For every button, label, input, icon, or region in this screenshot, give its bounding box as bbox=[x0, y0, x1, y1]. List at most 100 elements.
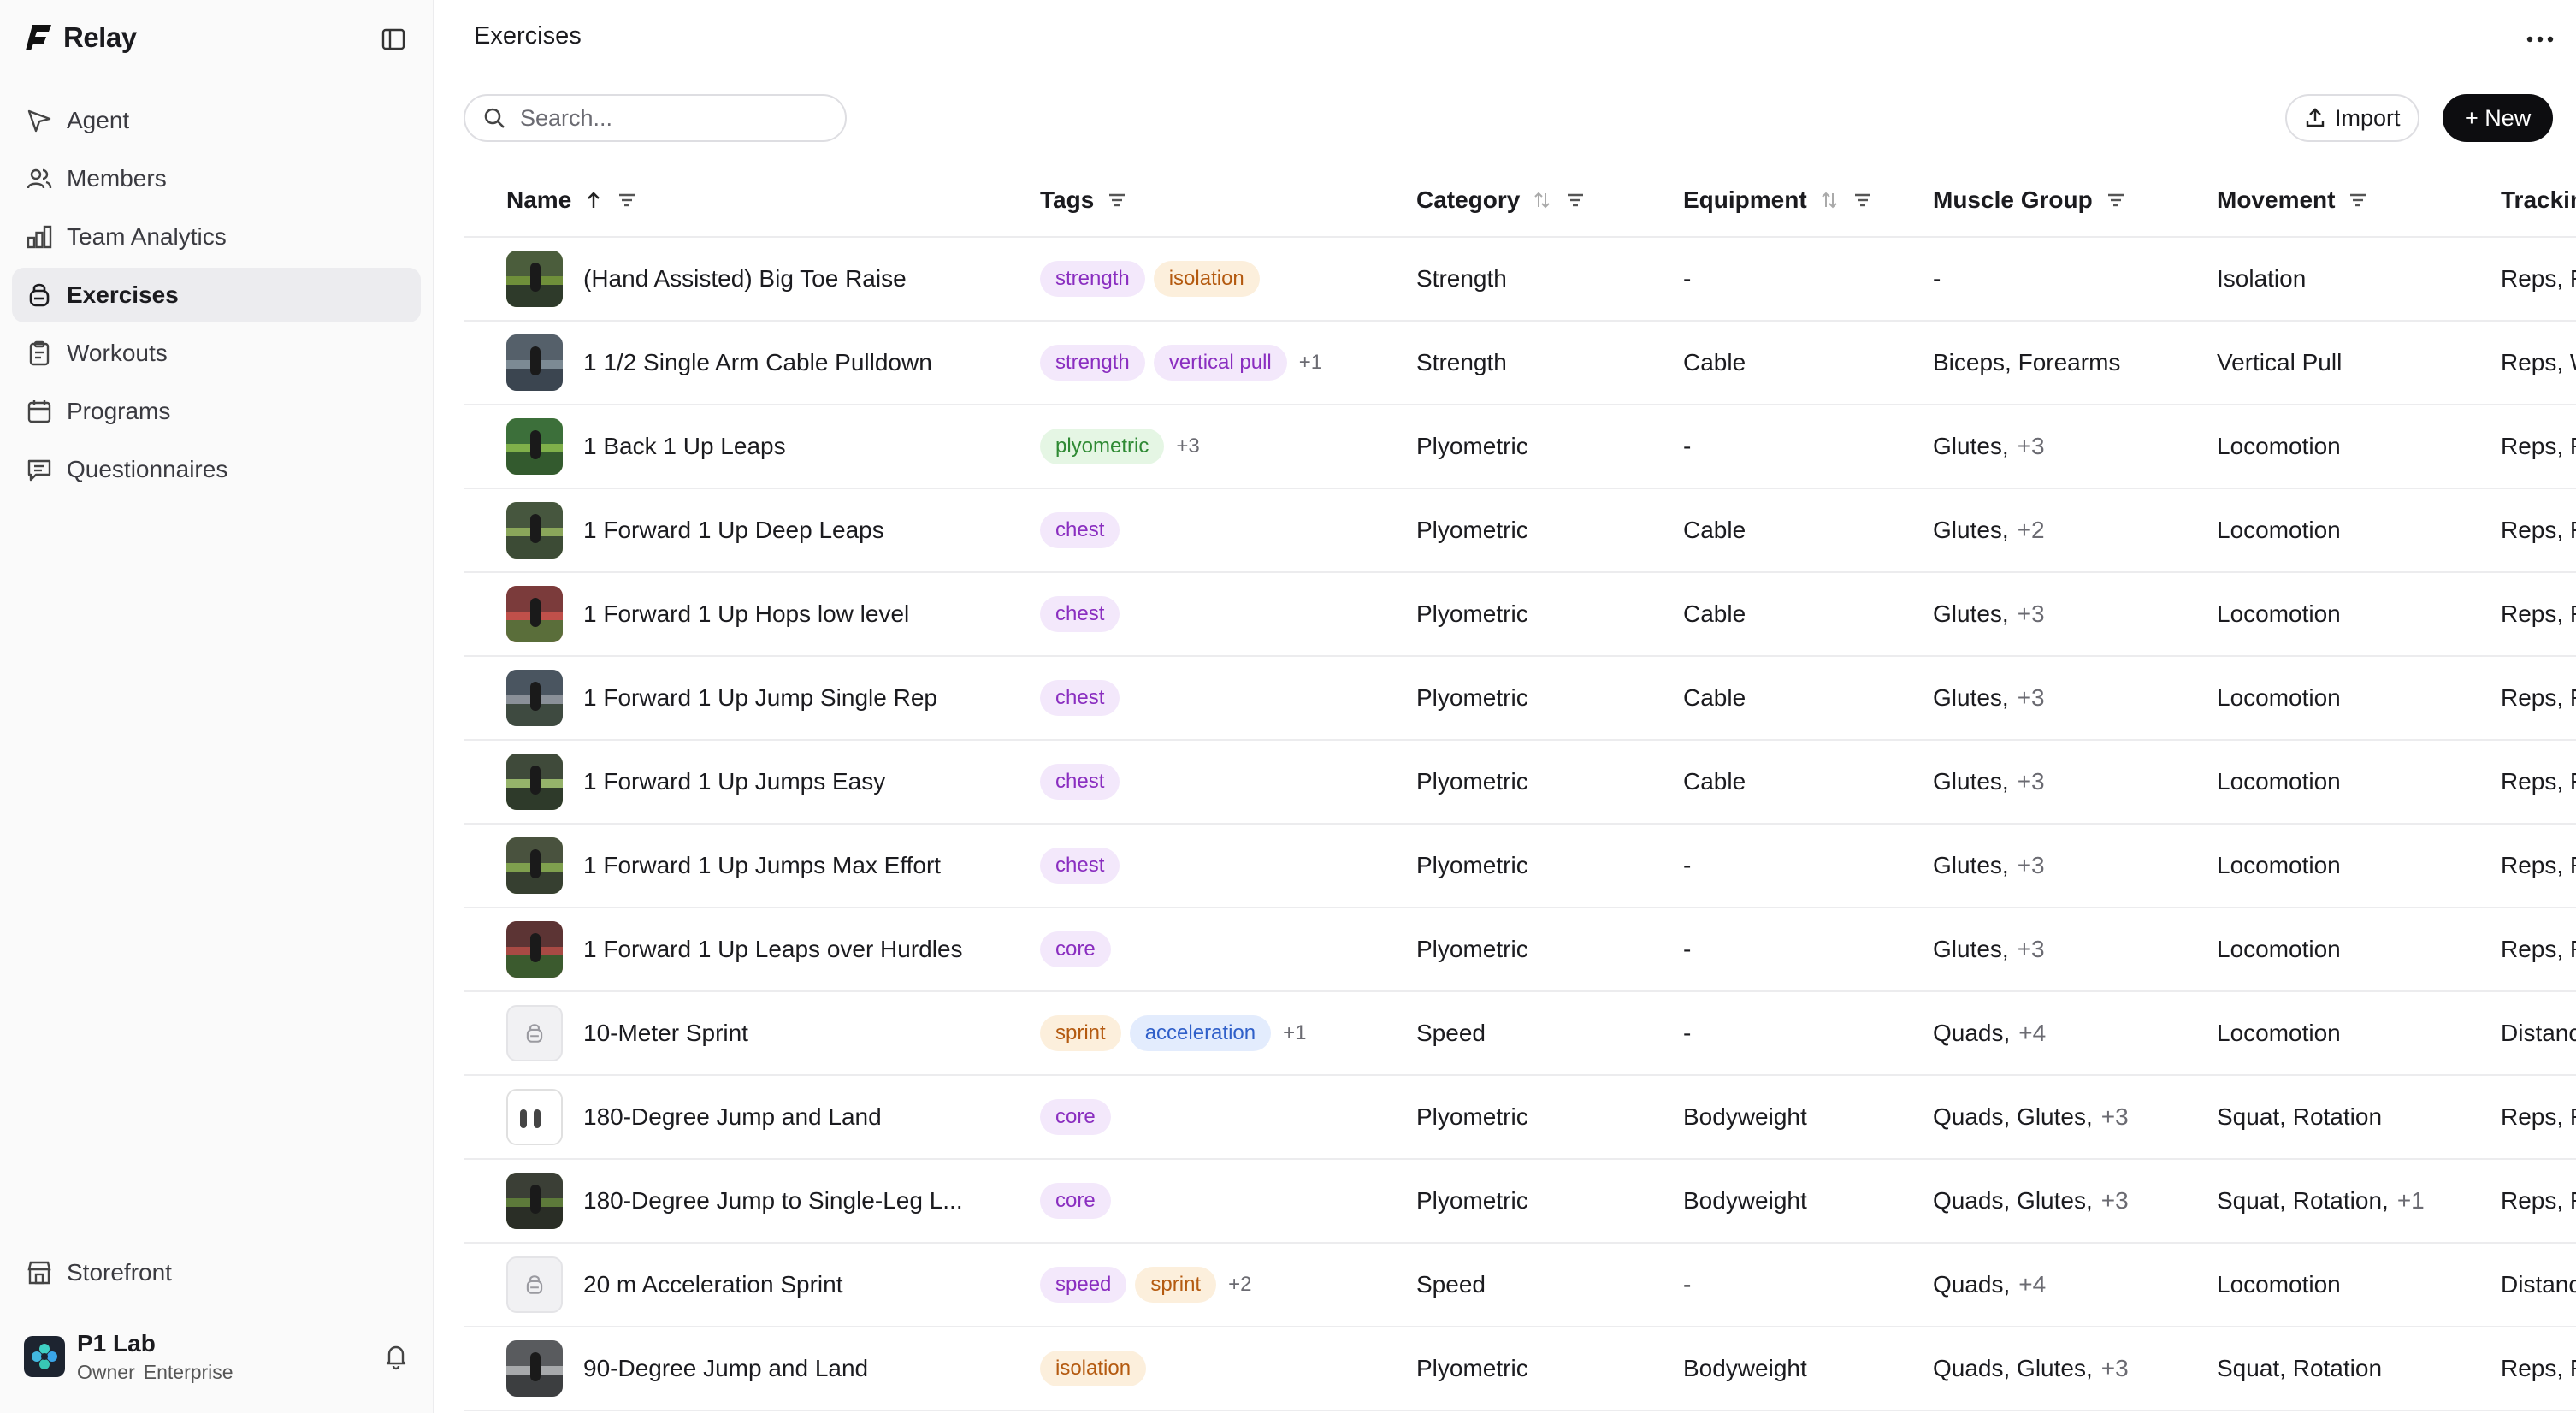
filter-icon[interactable] bbox=[2347, 189, 2369, 211]
sidebar-item-agent[interactable]: Agent bbox=[12, 93, 421, 148]
filter-icon[interactable] bbox=[616, 189, 638, 211]
column-header-tracking-f[interactable]: Tracking F bbox=[2501, 163, 2576, 238]
muscle-overflow-count: +3 bbox=[2017, 852, 2045, 878]
sidebar-item-programs[interactable]: Programs bbox=[12, 384, 421, 439]
sort-both-icon[interactable] bbox=[1532, 189, 1552, 211]
tag-badge: chest bbox=[1040, 764, 1120, 800]
column-header-category[interactable]: Category bbox=[1416, 163, 1586, 238]
sidebar-item-workouts[interactable]: Workouts bbox=[12, 326, 421, 381]
table-row[interactable]: 1 Forward 1 Up Jump Single Rep chest Plyom… bbox=[464, 657, 2576, 741]
cell-muscle-group: Glutes, +3 bbox=[1933, 908, 2198, 990]
table-row[interactable]: 1 Back 1 Up Leaps plyometric +3 Plyometric -… bbox=[464, 405, 2576, 489]
exercise-thumbnail bbox=[506, 586, 563, 642]
table-row[interactable]: 1 1/2 Single Arm Cable Pulldown strength v… bbox=[464, 322, 2576, 405]
column-header-tags[interactable]: Tags bbox=[1040, 163, 1128, 238]
cell-movement: Locomotion bbox=[2217, 489, 2482, 571]
exercise-name[interactable]: 1 1/2 Single Arm Cable Pulldown bbox=[583, 349, 932, 376]
cell-name: 1 Forward 1 Up Jumps Max Effort bbox=[506, 825, 1019, 907]
cell-muscle-group: Quads, Glutes, +3 bbox=[1933, 1327, 2198, 1410]
muscle-overflow-count: +3 bbox=[2100, 1103, 2129, 1130]
column-header-equipment[interactable]: Equipment bbox=[1683, 163, 1874, 238]
exercise-name[interactable]: (Hand Assisted) Big Toe Raise bbox=[583, 265, 907, 293]
cell-tracking: Reps, RPE bbox=[2501, 908, 2576, 990]
cell-tags: chest bbox=[1040, 489, 1399, 571]
muscle-overflow-count: +3 bbox=[2100, 1187, 2129, 1214]
exercise-name[interactable]: 1 Back 1 Up Leaps bbox=[583, 433, 786, 460]
cell-equipment-value: Cable bbox=[1683, 517, 1746, 543]
exercise-name[interactable]: 20 m Acceleration Sprint bbox=[583, 1271, 843, 1298]
sort-both-icon[interactable] bbox=[1819, 189, 1840, 211]
new-exercise-button[interactable]: + New bbox=[2443, 94, 2554, 142]
table-row[interactable]: (Hand Assisted) Big Toe Raise strength iso… bbox=[464, 238, 2576, 322]
account-role-label: Owner bbox=[77, 1360, 135, 1383]
filter-icon[interactable] bbox=[1106, 189, 1128, 211]
sort-ascending-icon[interactable] bbox=[583, 189, 604, 211]
cell-category-value: Speed bbox=[1416, 1020, 1486, 1046]
exercise-name[interactable]: 1 Forward 1 Up Jump Single Rep bbox=[583, 684, 937, 712]
collapse-sidebar-button[interactable] bbox=[380, 26, 407, 53]
cell-category: Speed bbox=[1416, 1244, 1673, 1326]
exercise-name[interactable]: 1 Forward 1 Up Leaps over Hurdles bbox=[583, 936, 963, 963]
tags-overflow-count: +3 bbox=[1176, 435, 1200, 458]
filter-icon[interactable] bbox=[1564, 189, 1586, 211]
table-row[interactable]: 1 Forward 1 Up Deep Leaps chest Plyometric… bbox=[464, 489, 2576, 573]
cell-equipment: Bodyweight bbox=[1683, 1076, 1923, 1158]
table-row[interactable]: 10-Meter Sprint sprint acceleration +1 Speed… bbox=[464, 992, 2576, 1076]
table-row[interactable]: 180-Degree Jump and Land core Plyometric Bo… bbox=[464, 1076, 2576, 1160]
exercise-name[interactable]: 180-Degree Jump and Land bbox=[583, 1103, 882, 1131]
table-row[interactable]: 180-Degree Jump to Single-Leg L... core Pl… bbox=[464, 1160, 2576, 1244]
muscle-group-value: Glutes, bbox=[1933, 517, 2009, 543]
sidebar-nav: Agent Members Team Analytics Exercises W… bbox=[12, 93, 421, 500]
table-row[interactable]: 1 Forward 1 Up Leaps over Hurdles core Ply… bbox=[464, 908, 2576, 992]
cell-equipment-value: Cable bbox=[1683, 768, 1746, 795]
tag-badge: speed bbox=[1040, 1267, 1127, 1303]
cell-movement: Locomotion bbox=[2217, 405, 2482, 488]
brand[interactable]: Relay bbox=[26, 19, 137, 56]
sidebar-item-exercises[interactable]: Exercises bbox=[12, 268, 421, 322]
app-window: Relay Agent Members Team Analytics Exerc… bbox=[0, 0, 2576, 1413]
exercise-name[interactable]: 10-Meter Sprint bbox=[583, 1020, 748, 1047]
tracking-value: Distance, bbox=[2501, 1271, 2576, 1298]
more-options-button[interactable] bbox=[2523, 24, 2557, 55]
column-header-movement[interactable]: Movement bbox=[2217, 163, 2369, 238]
table-row[interactable]: 1 Forward 1 Up Hops low level chest Plyome… bbox=[464, 573, 2576, 657]
cell-category-value: Plyometric bbox=[1416, 684, 1528, 711]
cell-equipment: Cable bbox=[1683, 573, 1923, 655]
table-row[interactable]: 1 Forward 1 Up Jumps Easy chest Plyometric… bbox=[464, 741, 2576, 825]
sidebar-item-storefront[interactable]: Storefront bbox=[12, 1245, 421, 1300]
movement-value: Locomotion bbox=[2217, 1271, 2341, 1298]
table-row[interactable]: 20 m Acceleration Sprint speed sprint +2 Spe… bbox=[464, 1244, 2576, 1327]
sidebar-item-team-analytics[interactable]: Team Analytics bbox=[12, 210, 421, 264]
cell-category: Speed bbox=[1416, 992, 1673, 1074]
import-button[interactable]: Import bbox=[2285, 94, 2419, 142]
tracking-value: Distance, bbox=[2501, 1020, 2576, 1046]
table-body: (Hand Assisted) Big Toe Raise strength iso… bbox=[464, 238, 2576, 1411]
column-header-name[interactable]: Name bbox=[506, 163, 638, 238]
filter-icon[interactable] bbox=[1852, 189, 1874, 211]
clipboard-icon bbox=[29, 340, 50, 366]
cell-category-value: Strength bbox=[1416, 349, 1507, 375]
exercise-name[interactable]: 90-Degree Jump and Land bbox=[583, 1355, 868, 1382]
exercise-thumbnail bbox=[506, 837, 563, 894]
filter-icon[interactable] bbox=[2105, 189, 2127, 211]
tag-badge: sprint bbox=[1040, 1015, 1121, 1051]
column-header-muscle-group[interactable]: Muscle Group bbox=[1933, 163, 2127, 238]
cell-name: (Hand Assisted) Big Toe Raise bbox=[506, 238, 1019, 320]
notifications-button[interactable] bbox=[381, 1341, 411, 1370]
cell-category-value: Speed bbox=[1416, 1271, 1486, 1298]
search-input[interactable] bbox=[518, 103, 826, 133]
exercise-name[interactable]: 1 Forward 1 Up Jumps Max Effort bbox=[583, 852, 941, 879]
cell-muscle-group: - bbox=[1933, 238, 2198, 320]
search-box[interactable] bbox=[464, 94, 847, 142]
account-switcher[interactable]: P1 Lab Owner Enterprise bbox=[24, 1324, 417, 1389]
cell-tracking: Distance, bbox=[2501, 1244, 2576, 1326]
table-row[interactable]: 1 Forward 1 Up Jumps Max Effort chest Plyo… bbox=[464, 825, 2576, 908]
exercise-name[interactable]: 1 Forward 1 Up Hops low level bbox=[583, 600, 909, 628]
exercise-name[interactable]: 180-Degree Jump to Single-Leg L... bbox=[583, 1187, 963, 1215]
sidebar-item-questionnaires[interactable]: Questionnaires bbox=[12, 442, 421, 497]
exercise-name[interactable]: 1 Forward 1 Up Jumps Easy bbox=[583, 768, 885, 795]
sidebar-item-members[interactable]: Members bbox=[12, 151, 421, 206]
exercise-name[interactable]: 1 Forward 1 Up Deep Leaps bbox=[583, 517, 884, 544]
table-row[interactable]: 90-Degree Jump and Land isolation Plyometr… bbox=[464, 1327, 2576, 1411]
cell-equipment-value: Cable bbox=[1683, 600, 1746, 627]
